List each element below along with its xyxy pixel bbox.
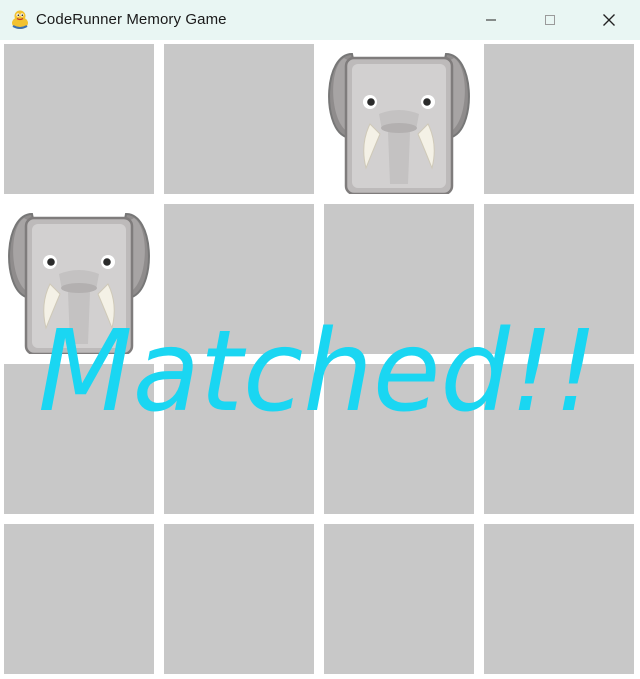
card-hidden[interactable] [484, 364, 634, 514]
close-icon [603, 14, 615, 26]
game-board [0, 40, 640, 679]
window-title: CodeRunner Memory Game [36, 11, 227, 28]
card-hidden[interactable] [324, 524, 474, 674]
close-button[interactable] [580, 0, 638, 40]
python-snake-icon [12, 10, 28, 29]
maximize-icon [545, 15, 555, 25]
minimize-button[interactable] [462, 0, 520, 40]
card-revealed[interactable] [4, 204, 154, 354]
card-hidden[interactable] [484, 44, 634, 194]
elephant-icon [328, 52, 470, 194]
card-hidden[interactable] [164, 44, 314, 194]
card-hidden[interactable] [164, 204, 314, 354]
card-hidden[interactable] [164, 364, 314, 514]
card-hidden[interactable] [4, 364, 154, 514]
card-hidden[interactable] [4, 524, 154, 674]
elephant-icon [8, 212, 150, 354]
card-hidden[interactable] [324, 204, 474, 354]
minimize-icon [486, 19, 496, 21]
card-revealed[interactable] [324, 44, 474, 194]
card-hidden[interactable] [164, 524, 314, 674]
maximize-button[interactable] [521, 0, 579, 40]
card-hidden[interactable] [484, 524, 634, 674]
card-hidden[interactable] [484, 204, 634, 354]
title-bar: CodeRunner Memory Game [0, 0, 640, 40]
card-hidden[interactable] [324, 364, 474, 514]
card-hidden[interactable] [4, 44, 154, 194]
